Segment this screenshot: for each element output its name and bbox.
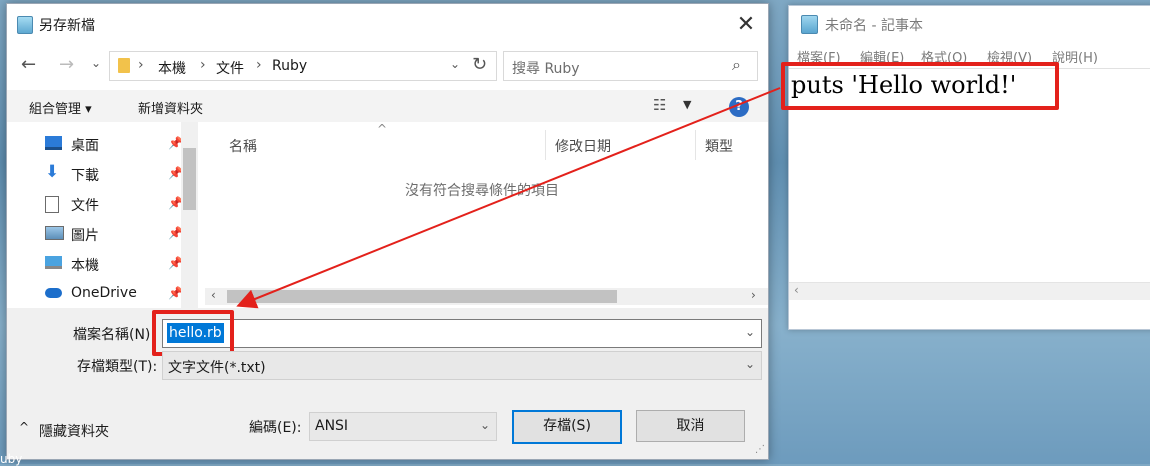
annotation-arrow — [236, 87, 781, 309]
